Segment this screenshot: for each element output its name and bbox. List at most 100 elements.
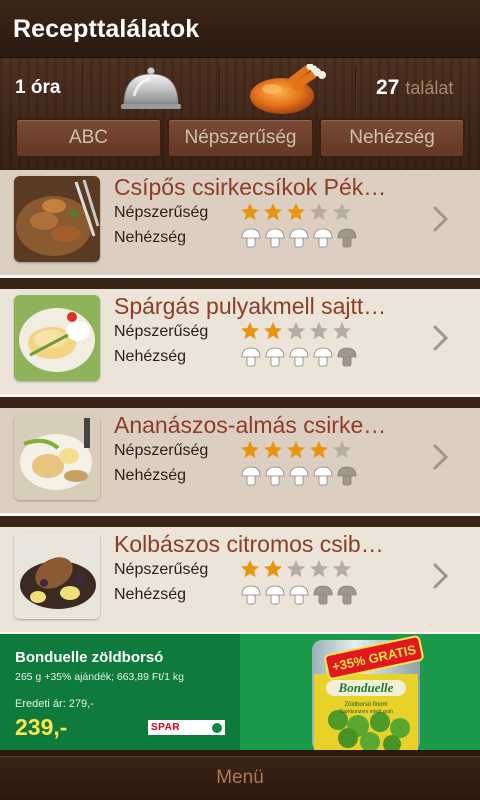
recipe-row[interactable]: Csípős csirkecsíkok Pék… Népszerűség Neh… [0, 170, 480, 278]
star-icon [287, 441, 305, 459]
popularity-label: Népszerűség [114, 561, 209, 578]
ad-original-price: Eredeti ár: 279,- [15, 698, 94, 710]
menu-button[interactable]: Menü [0, 756, 480, 800]
cloche-icon[interactable] [120, 66, 182, 114]
store-name: SPAR [151, 722, 181, 733]
difficulty-rating [240, 346, 358, 368]
star-icon [241, 203, 259, 221]
roast-chicken-icon[interactable] [246, 64, 328, 116]
can-line1: Zöldborsó finom [344, 702, 387, 708]
chevron-right-icon[interactable] [430, 561, 452, 591]
mushroom-icon [289, 466, 309, 486]
difficulty-label: Nehézség [114, 348, 187, 365]
star-icon [333, 322, 351, 340]
divider [355, 66, 357, 112]
star-icon [264, 441, 282, 459]
can-line2: Starkkonzerv mladi grah [339, 709, 393, 715]
results-count: 27 [376, 76, 400, 99]
star-icon [287, 322, 305, 340]
time-filter[interactable]: 1 óra [15, 58, 60, 118]
mushroom-icon [241, 466, 261, 486]
star-icon [241, 441, 259, 459]
difficulty-label: Nehézség [114, 586, 187, 603]
star-icon [333, 203, 351, 221]
star-icon [310, 441, 328, 459]
mushroom-icon [289, 585, 309, 605]
mushroom-icon [241, 347, 261, 367]
mushroom-icon [289, 228, 309, 248]
recipe-thumbnail [14, 533, 100, 619]
star-icon [241, 560, 259, 578]
chevron-right-icon[interactable] [430, 442, 452, 472]
recipe-row[interactable]: Spárgás pulyakmell sajtt… Népszerűség Ne… [0, 289, 480, 397]
recipe-row[interactable]: Kolbászos citromos csib… Népszerűség Neh… [0, 527, 480, 635]
ad-text-area: Bonduelle zöldborsó 265 g +35% ajándék; … [0, 634, 240, 750]
divider [82, 66, 84, 112]
ad-banner[interactable]: Bonduelle zöldborsó 265 g +35% ajándék; … [0, 634, 480, 753]
star-icon [241, 322, 259, 340]
star-icon [310, 203, 328, 221]
title-bar: Recepttalálatok [0, 0, 480, 58]
difficulty-rating [240, 465, 358, 487]
sort-abc-button[interactable]: ABC [15, 118, 162, 158]
popularity-rating [240, 321, 352, 341]
star-icon [287, 203, 305, 221]
recipe-thumbnail [14, 295, 100, 381]
star-icon [310, 322, 328, 340]
results-label: találat [405, 77, 454, 98]
ad-product-image: Bonduelle Zöldborsó finom Starkkonzerv m… [240, 634, 480, 753]
results-counter: 27 találat [376, 58, 453, 118]
mushroom-icon [265, 347, 285, 367]
popularity-rating [240, 559, 352, 579]
mushroom-icon [337, 347, 357, 367]
star-icon [310, 560, 328, 578]
popularity-label: Népszerűség [114, 204, 209, 221]
pea-can-image: Bonduelle Zöldborsó finom Starkkonzerv m… [312, 635, 424, 753]
recipe-title[interactable]: Kolbászos citromos csib… [114, 531, 414, 558]
mushroom-icon [265, 228, 285, 248]
mushroom-icon [265, 466, 285, 486]
mushroom-icon [289, 347, 309, 367]
difficulty-rating [240, 227, 358, 249]
recipe-title[interactable]: Spárgás pulyakmell sajtt… [114, 293, 414, 320]
page-title: Recepttalálatok [13, 15, 200, 43]
spar-logo: SPAR [148, 720, 225, 735]
chevron-right-icon[interactable] [430, 204, 452, 234]
star-icon [333, 441, 351, 459]
difficulty-label: Nehézség [114, 467, 187, 484]
mushroom-icon [313, 466, 333, 486]
mushroom-icon [337, 466, 357, 486]
mushroom-icon [313, 585, 333, 605]
mushroom-icon [241, 228, 261, 248]
divider [219, 66, 221, 112]
recipe-title[interactable]: Ananászos-almás csirke… [114, 412, 414, 439]
recipe-title[interactable]: Csípős csirkecsíkok Pék… [114, 174, 414, 201]
difficulty-rating [240, 584, 358, 606]
recipe-thumbnail [14, 176, 100, 262]
star-icon [264, 203, 282, 221]
can-brand: Bonduelle [338, 680, 394, 695]
mushroom-icon [313, 228, 333, 248]
recipe-thumbnail [14, 414, 100, 500]
sort-difficulty-button[interactable]: Nehézség [319, 118, 465, 158]
sort-popularity-button[interactable]: Népszerűség [167, 118, 314, 158]
ad-description: 265 g +35% ajándék; 663,89 Ft/1 kg [15, 671, 184, 683]
ad-title: Bonduelle zöldborsó [15, 649, 164, 666]
star-icon [264, 322, 282, 340]
star-icon [287, 560, 305, 578]
star-icon [264, 560, 282, 578]
mushroom-icon [265, 585, 285, 605]
mushroom-icon [313, 347, 333, 367]
mushroom-icon [241, 585, 261, 605]
recipe-row[interactable]: Ananászos-almás csirke… Népszerűség Nehé… [0, 408, 480, 516]
filter-panel: 1 óra 27 találat ABC Népszerűség Nehézsé… [0, 58, 480, 170]
star-icon [333, 560, 351, 578]
spar-tree-icon [212, 722, 222, 733]
chevron-right-icon[interactable] [430, 323, 452, 353]
mushroom-icon [337, 585, 357, 605]
popularity-label: Népszerűség [114, 442, 209, 459]
ad-price: 239,- [15, 714, 68, 740]
difficulty-label: Nehézség [114, 229, 187, 246]
mushroom-icon [337, 228, 357, 248]
popularity-label: Népszerűség [114, 323, 209, 340]
